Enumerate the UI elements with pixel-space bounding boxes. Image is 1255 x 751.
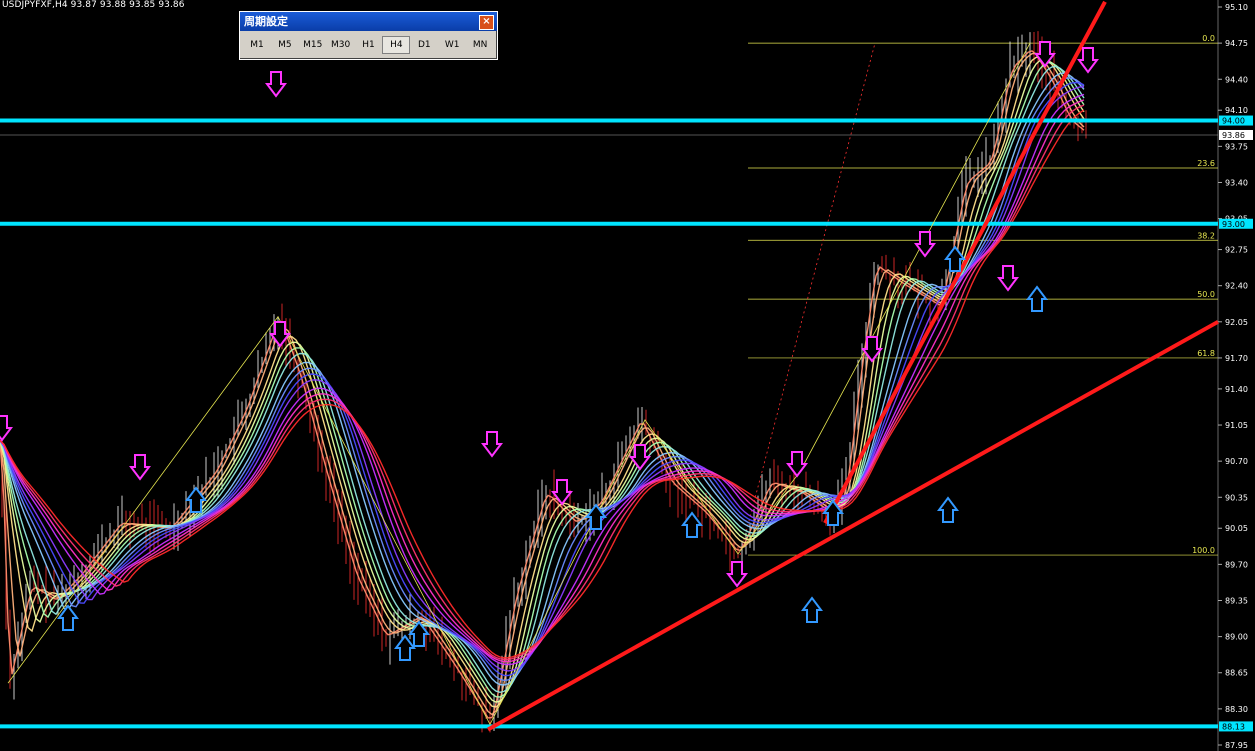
period-button-m5[interactable]: M5 xyxy=(271,36,299,54)
arrow-down-icon xyxy=(129,454,151,481)
price-axis-label: 95.10 xyxy=(1225,3,1248,12)
period-button-d1[interactable]: D1 xyxy=(410,36,438,54)
arrow-up-icon xyxy=(937,496,959,523)
moving-average-line xyxy=(0,58,1085,703)
price-axis-label: 89.70 xyxy=(1225,560,1248,569)
arrow-up-icon xyxy=(801,596,823,623)
moving-average-line xyxy=(0,61,1085,698)
arrow-down-icon xyxy=(914,231,936,258)
moving-average-line xyxy=(0,81,1085,677)
arrow-down-icon xyxy=(726,561,748,588)
price-axis-label: 91.70 xyxy=(1225,354,1248,363)
period-button-w1[interactable]: W1 xyxy=(438,36,466,54)
price-axis-label: 94.75 xyxy=(1225,39,1248,48)
price-axis-label: 92.40 xyxy=(1225,282,1248,291)
symbol-header: USDJPYFXF,H4 93.87 93.88 93.85 93.86 xyxy=(2,0,185,10)
period-button-m1[interactable]: M1 xyxy=(243,36,271,54)
period-panel-titlebar[interactable]: 周期設定 × xyxy=(240,12,497,31)
moving-average-line xyxy=(0,56,1085,708)
arrow-down-icon xyxy=(265,71,287,98)
arrow-down-icon xyxy=(481,431,503,458)
price-axis-label: 93.40 xyxy=(1225,178,1248,187)
arrow-down-icon xyxy=(786,451,808,478)
period-button-m30[interactable]: M30 xyxy=(327,36,355,54)
horizontal-level-label: 88.13 xyxy=(1222,722,1245,731)
period-button-row: M1 M5 M15 M30 H1 H4 D1 W1 MN xyxy=(240,31,497,54)
moving-average-line xyxy=(0,65,1085,694)
price-axis-label: 89.00 xyxy=(1225,633,1248,642)
arrow-down-icon xyxy=(1077,47,1099,74)
arrow-down-icon xyxy=(997,265,1019,292)
arrow-up-icon xyxy=(1026,285,1048,312)
price-axis-label: 87.95 xyxy=(1225,741,1248,750)
period-button-h4[interactable]: H4 xyxy=(382,36,411,54)
price-axis-label: 90.70 xyxy=(1225,457,1248,466)
moving-average-line xyxy=(0,86,1085,672)
period-button-h1[interactable]: H1 xyxy=(355,36,383,54)
fibonacci-level-label: 0.0 xyxy=(1202,34,1215,43)
horizontal-level-label: 93.00 xyxy=(1222,220,1245,229)
price-axis-label: 91.05 xyxy=(1225,421,1248,430)
period-button-mn[interactable]: MN xyxy=(466,36,494,54)
price-axis-label: 88.65 xyxy=(1225,669,1248,678)
arrow-up-icon xyxy=(394,634,416,661)
price-axis-label: 93.75 xyxy=(1225,142,1248,151)
horizontal-level-label: 94.00 xyxy=(1222,117,1245,126)
moving-average-line xyxy=(0,93,1085,666)
arrow-down-icon xyxy=(0,415,13,442)
zigzag-line xyxy=(7,42,1031,726)
price-chart[interactable]: 95.1094.7594.4094.1093.7593.4093.0592.75… xyxy=(0,0,1255,751)
price-axis-label: 92.75 xyxy=(1225,246,1248,255)
price-axis-label: 91.40 xyxy=(1225,385,1248,394)
current-price-label: 93.86 xyxy=(1222,131,1245,140)
price-axis-label: 94.10 xyxy=(1225,106,1248,115)
period-settings-panel[interactable]: 周期設定 × M1 M5 M15 M30 H1 H4 D1 W1 MN xyxy=(239,11,498,60)
fibonacci-level-label: 50.0 xyxy=(1197,290,1215,299)
close-icon[interactable]: × xyxy=(479,15,494,30)
fibonacci-level-label: 38.2 xyxy=(1197,231,1215,240)
price-axis-label: 94.40 xyxy=(1225,75,1248,84)
fibonacci-level-label: 100.0 xyxy=(1192,546,1215,555)
fibonacci-level-label: 23.6 xyxy=(1197,159,1215,168)
period-button-m15[interactable]: M15 xyxy=(299,36,327,54)
price-axis-label: 92.05 xyxy=(1225,318,1248,327)
chart-window[interactable]: 95.1094.7594.4094.1093.7593.4093.0592.75… xyxy=(0,0,1255,751)
price-axis-label: 89.35 xyxy=(1225,596,1248,605)
price-axis-label: 90.05 xyxy=(1225,524,1248,533)
fibonacci-level-label: 61.8 xyxy=(1197,349,1215,358)
period-panel-title: 周期設定 xyxy=(244,15,288,28)
price-axis-label: 90.35 xyxy=(1225,493,1248,502)
trendline-steep xyxy=(823,0,1107,525)
price-axis-label: 88.30 xyxy=(1225,705,1248,714)
